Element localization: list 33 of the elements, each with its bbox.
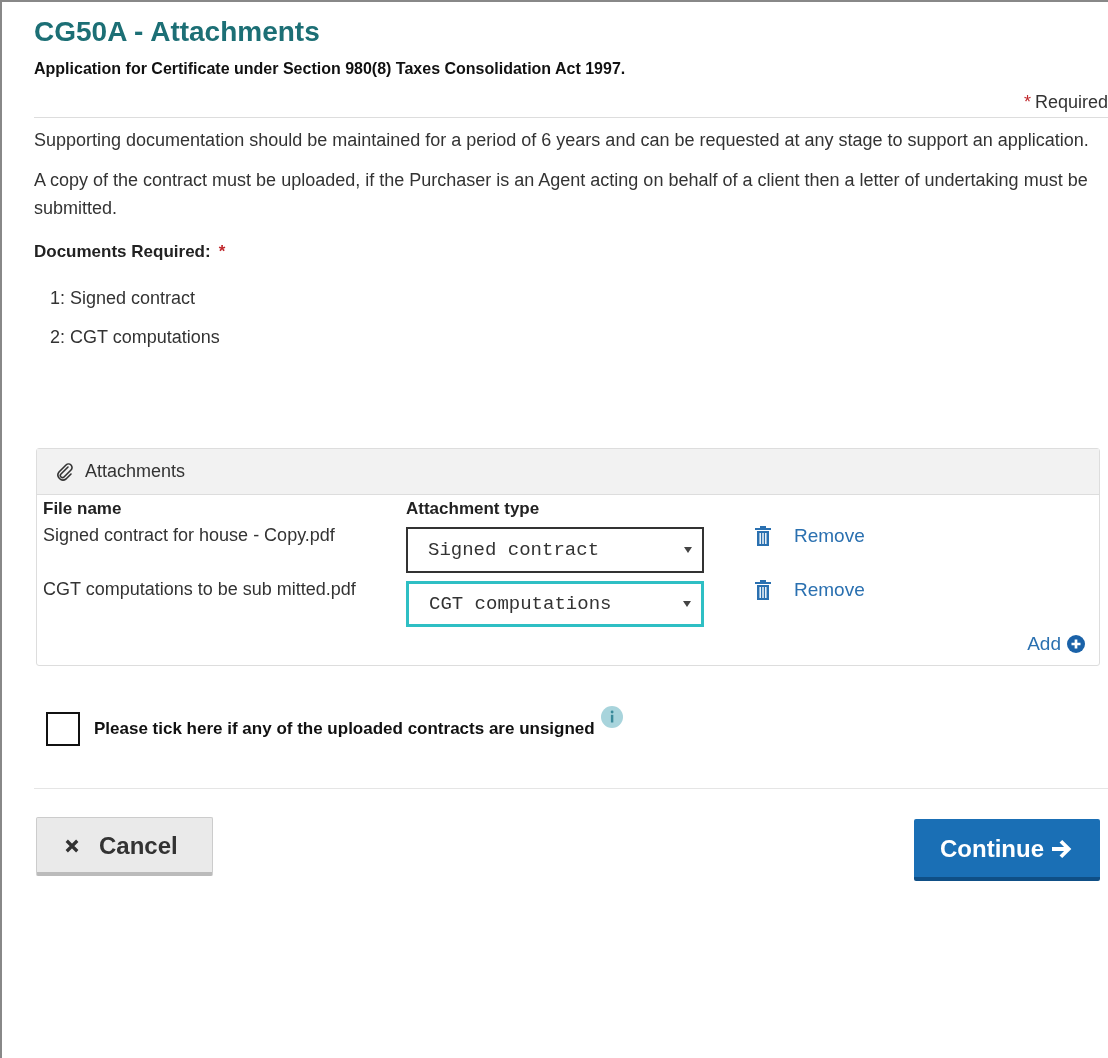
caret-icon — [684, 547, 692, 553]
remove-link[interactable]: Remove — [794, 525, 865, 547]
required-label: Required — [1034, 92, 1108, 113]
file-name: CGT computations to be sub mitted.pdf — [43, 578, 357, 601]
close-icon — [65, 839, 79, 853]
attachment-type-select[interactable]: CGT computations — [406, 581, 704, 627]
arrow-right-icon — [1050, 839, 1074, 859]
attachment-type-select[interactable]: Signed contract — [406, 527, 704, 573]
cancel-button[interactable]: Cancel — [36, 817, 213, 876]
page-subtitle: Application for Certificate under Section 980(8) Taxes Consolidation Act 1997. — [34, 60, 627, 78]
trash-icon — [754, 526, 772, 546]
checkbox-label: Please tick here if any of the uploaded contracts are unsigned — [94, 719, 595, 739]
documents-label: Documents Required: — [34, 242, 211, 262]
plus-circle-icon — [1067, 635, 1085, 653]
unsigned-checkbox[interactable] — [46, 712, 80, 746]
column-header: File name — [43, 499, 123, 519]
continue-button[interactable]: Continue — [914, 819, 1100, 881]
panel-title: Attachments — [85, 461, 186, 482]
document-item: 1: Signed contract — [50, 288, 197, 309]
caret-icon — [683, 601, 691, 607]
trash-icon — [754, 580, 772, 600]
required-mark: * — [1023, 92, 1031, 113]
required-mark: * — [218, 242, 226, 262]
info-icon — [600, 706, 623, 728]
document-item: 2: CGT computations — [50, 327, 221, 348]
remove-link[interactable]: Remove — [794, 579, 865, 601]
page-title: CG50A - Attachments — [34, 16, 321, 48]
add-link[interactable]: Add — [1027, 633, 1085, 655]
column-header: Attachment type — [406, 499, 541, 519]
file-name: Signed contract for house - Copy.pdf — [43, 524, 336, 547]
paragraph: Supporting documentation should be maintained for a period of 6 years and can be requested at any stage to support an application. — [34, 129, 1090, 152]
paragraph: A copy of the contract must be uploaded, if the Purchaser is an Agent acting on behalf of a client then a letter of undertaking must be submitted. — [34, 169, 1089, 220]
paperclip-icon — [55, 461, 75, 482]
